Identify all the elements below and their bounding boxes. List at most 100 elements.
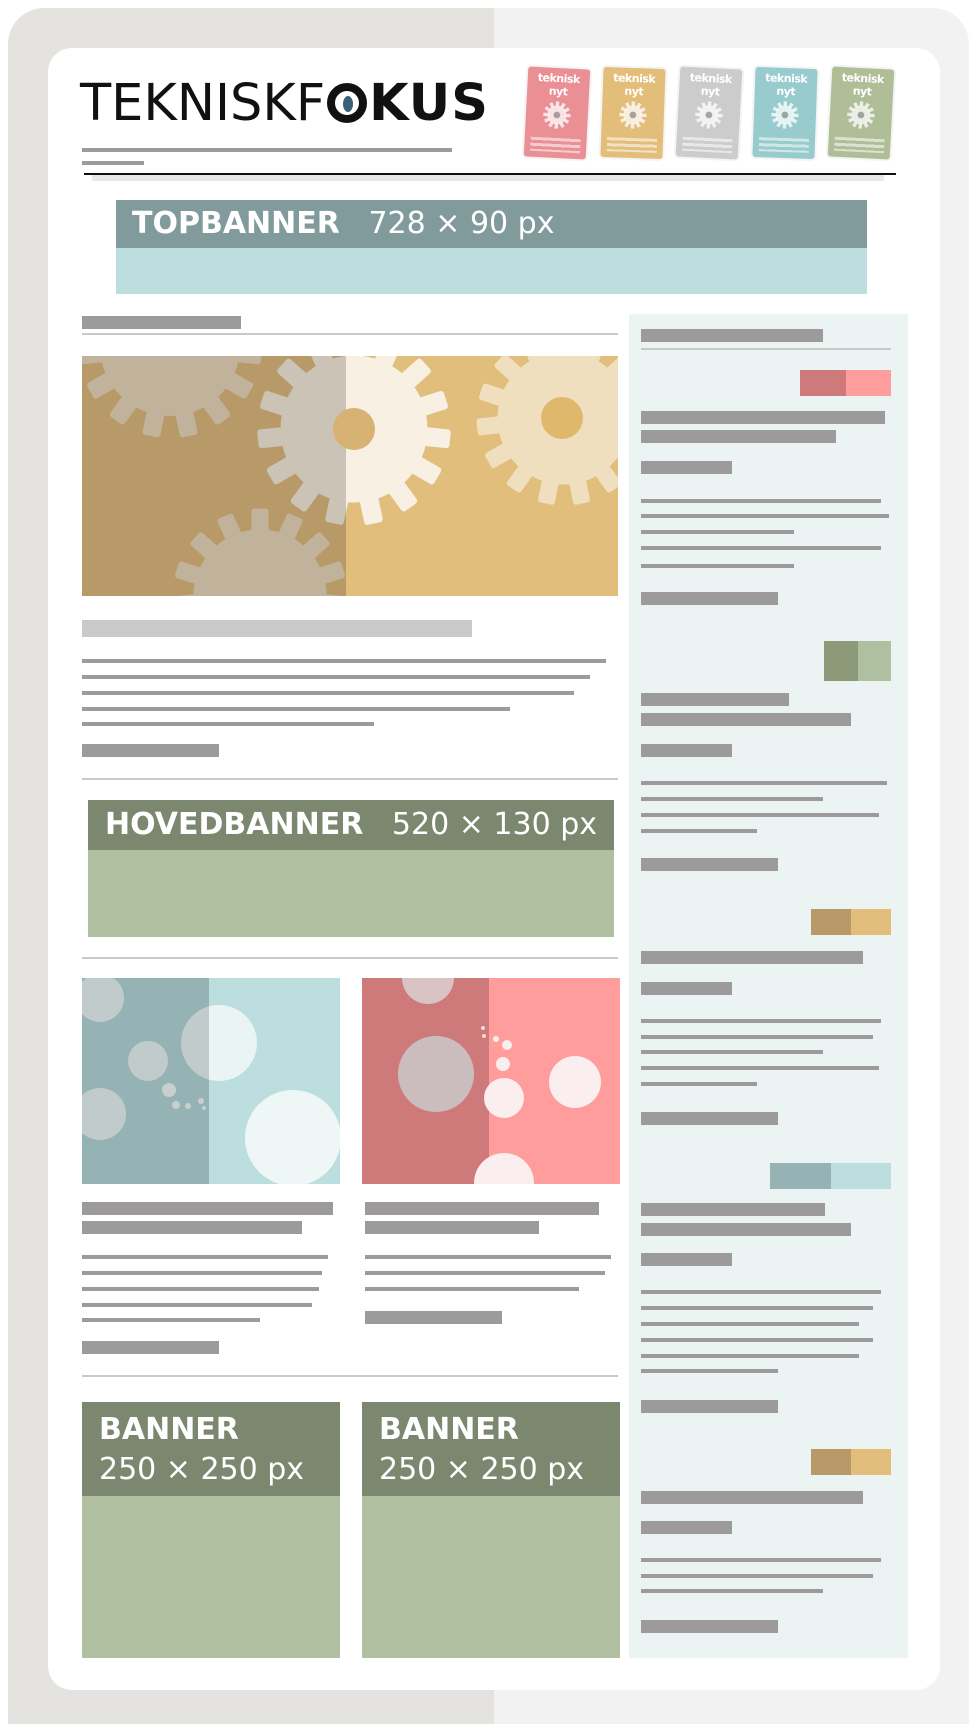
header-shadow (92, 175, 884, 181)
text-line (82, 1287, 319, 1291)
category-tag[interactable] (824, 641, 891, 681)
section-divider (82, 957, 618, 959)
top-banner-body (116, 248, 867, 294)
sidebar-title-line (641, 951, 863, 964)
article-thumbnail[interactable] (362, 978, 620, 1184)
category-tag[interactable] (800, 370, 891, 396)
article-title-placeholder (365, 1202, 599, 1215)
text-line (641, 1082, 757, 1086)
text-line (641, 564, 794, 568)
text-line (82, 1255, 328, 1259)
read-more-link[interactable] (365, 1311, 502, 1324)
main-banner-title: HOVEDBANNER (105, 807, 364, 842)
article-title-placeholder (82, 1202, 333, 1215)
sidebar-divider (641, 348, 891, 350)
text-line (641, 797, 823, 801)
text-line (641, 1369, 778, 1373)
text-line (82, 691, 574, 695)
sidebar-date (641, 1253, 732, 1266)
text-line (641, 499, 881, 503)
gear-icon (847, 101, 875, 129)
section-divider (82, 778, 618, 780)
sidebar-title-line (641, 1491, 863, 1504)
cover-text-lines (833, 136, 885, 154)
magazine-title: teknisk nyt (841, 70, 885, 99)
cover-text-lines (758, 137, 810, 153)
cover-text-lines (681, 136, 733, 154)
section-divider (82, 333, 618, 335)
cover-text-lines (606, 137, 658, 153)
text-line (641, 514, 889, 518)
text-line (365, 1287, 579, 1291)
text-line (641, 1354, 859, 1358)
read-more-link[interactable] (82, 1341, 219, 1354)
text-line (365, 1255, 611, 1259)
text-line (82, 1303, 312, 1307)
magazine-title: teknisk nyt (764, 71, 808, 99)
square-banner[interactable]: BANNER 250 × 250 px (362, 1402, 620, 1658)
gear-icon (619, 101, 647, 129)
category-tag[interactable] (770, 1163, 891, 1189)
magazine-cover[interactable]: teknisk nyt (600, 66, 666, 160)
magazine-cover[interactable]: teknisk nyt (752, 66, 818, 160)
text-line (641, 1050, 823, 1054)
text-line (641, 1306, 873, 1310)
top-banner[interactable]: TOPBANNER 728 × 90 px (116, 200, 867, 294)
category-tag[interactable] (811, 909, 891, 935)
square-banner[interactable]: BANNER 250 × 250 px (82, 1402, 340, 1658)
sidebar-date (641, 744, 732, 757)
top-banner-title: TOPBANNER (132, 206, 340, 241)
main-banner[interactable]: HOVEDBANNER 520 × 130 px (88, 800, 614, 937)
site-logo[interactable]: TEKNISKF KUS (80, 76, 489, 132)
magazine-title: teknisk nyt (612, 71, 656, 99)
text-line (641, 1019, 881, 1023)
category-tag[interactable] (811, 1449, 891, 1475)
logo-eye-icon (327, 83, 368, 123)
article-thumbnail[interactable] (82, 978, 340, 1184)
text-line (641, 1035, 873, 1039)
read-more-link[interactable] (641, 1112, 778, 1125)
text-line (641, 829, 757, 833)
text-line (82, 707, 510, 711)
sidebar-heading (641, 329, 823, 342)
logo-text-bold: KUS (369, 74, 489, 133)
sidebar-title-line (641, 693, 789, 706)
text-line (641, 813, 879, 817)
magazine-title: teknisk nyt (689, 70, 733, 99)
square-banner-header: BANNER 250 × 250 px (362, 1402, 620, 1496)
magazine-cover[interactable]: teknisk nyt (827, 66, 895, 160)
gear-icon (543, 101, 571, 129)
square-banner-body (82, 1496, 340, 1658)
article-title-placeholder (82, 1221, 302, 1234)
read-more-link[interactable] (82, 744, 219, 757)
text-line (641, 781, 887, 785)
bubbles-illustration (362, 978, 620, 1184)
gear-icon (695, 101, 723, 129)
text-line (641, 546, 881, 550)
read-more-link[interactable] (641, 858, 778, 871)
sidebar-title-line (641, 1203, 825, 1216)
square-banner-title: BANNER (99, 1412, 239, 1447)
hero-image[interactable] (82, 356, 618, 596)
top-banner-header: TOPBANNER 728 × 90 px (116, 200, 867, 248)
main-banner-body (88, 850, 614, 937)
square-banner-header: BANNER 250 × 250 px (82, 1402, 340, 1496)
top-banner-size: 728 × 90 px (368, 206, 555, 241)
read-more-link[interactable] (641, 1400, 778, 1413)
magazine-cover[interactable]: teknisk nyt (523, 66, 591, 160)
magazine-title: teknisk nyt (537, 70, 581, 99)
section-divider (82, 1375, 618, 1377)
text-line (82, 1318, 260, 1322)
text-line (365, 1271, 605, 1275)
text-line (82, 659, 606, 663)
main-banner-size: 520 × 130 px (391, 807, 597, 842)
square-banner-title: BANNER (379, 1412, 519, 1447)
read-more-link[interactable] (641, 1620, 778, 1633)
article-title-placeholder (82, 620, 472, 637)
logo-text-light: TEKNISKF (80, 74, 326, 133)
section-heading (82, 316, 241, 329)
magazine-cover[interactable]: teknisk nyt (675, 66, 743, 160)
gear-icon (771, 101, 799, 129)
read-more-link[interactable] (641, 592, 778, 605)
tagline-line (82, 148, 452, 152)
